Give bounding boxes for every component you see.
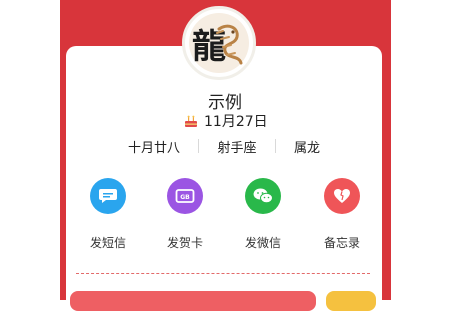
avatar[interactable]: 龍 (182, 6, 256, 80)
svg-text:GB: GB (180, 194, 190, 201)
zodiac-sign: 射手座 (217, 140, 257, 156)
birthday-row: 11月27日 (184, 112, 268, 130)
send-card-label: 发贺卡 (166, 236, 203, 250)
profile-card (66, 46, 382, 300)
action-bar: 发短信 GB 发贺卡 发微信 备忘录 (80, 178, 368, 250)
contact-name: 示例 (208, 93, 242, 113)
chinese-zodiac: 属龙 (293, 140, 320, 156)
divider (274, 139, 276, 153)
heart-memo-icon (324, 178, 360, 214)
memo-button[interactable]: 备忘录 (314, 178, 370, 251)
divider (198, 139, 200, 153)
greeting-card-icon: GB (167, 178, 203, 214)
secondary-action-button[interactable] (326, 291, 376, 311)
send-sms-label: 发短信 (89, 236, 126, 250)
dashed-divider (76, 273, 370, 274)
cake-icon (185, 115, 197, 127)
send-card-button[interactable]: GB 发贺卡 (157, 178, 213, 251)
birthday-date: 11月27日 (204, 114, 268, 130)
info-tags: 十月廿八 射手座 属龙 (128, 137, 320, 156)
dragon-illustration-icon (216, 24, 243, 65)
memo-label: 备忘录 (323, 236, 360, 250)
send-wechat-label: 发微信 (244, 236, 281, 250)
send-sms-button[interactable]: 发短信 (80, 178, 136, 251)
wechat-icon (245, 178, 281, 214)
send-wechat-button[interactable]: 发微信 (235, 178, 291, 251)
lunar-date: 十月廿八 (128, 140, 181, 156)
sms-icon (90, 178, 126, 214)
primary-action-button[interactable] (70, 291, 316, 311)
